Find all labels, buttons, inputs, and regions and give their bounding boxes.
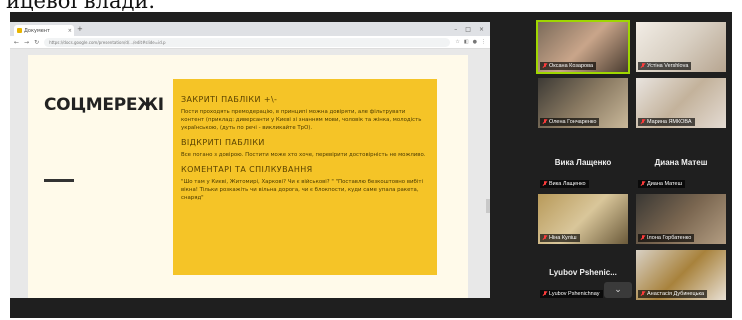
participant-tile[interactable]: Олена Гончаренко <box>538 78 628 128</box>
extensions: ☆ ◧ ● ⋮ <box>455 39 486 45</box>
scrollbar[interactable] <box>486 199 490 213</box>
participant-name-tag: Марина ЯМКОВА <box>638 118 695 126</box>
participant-tile[interactable]: Вика Лащенко Вика Лащенко <box>538 140 628 190</box>
participant-name-tag: Lyubov Pshenichnay <box>540 290 603 298</box>
muted-mic-icon <box>641 63 645 69</box>
section-heading: ВІДКРИТІ ПАБЛІКИ <box>181 138 265 147</box>
muted-mic-icon <box>543 63 547 69</box>
participant-name-tag: Вика Лащенко <box>540 180 589 188</box>
minimize-icon[interactable]: – <box>454 26 457 33</box>
participant-name-tag: Анастасія Дубинецька <box>638 290 708 298</box>
participant-name-tag: Ілона Горбатенко <box>638 234 695 242</box>
muted-mic-icon <box>641 235 645 241</box>
muted-mic-icon <box>543 119 547 125</box>
participant-tile[interactable]: Анастасія Дубинецька <box>636 250 726 300</box>
zoom-window: Документ × + – □ × ← → ↻ https://docs.go… <box>10 12 732 318</box>
address-bar: ← → ↻ https://docs.google.com/presentati… <box>10 36 490 49</box>
participant-name: Диана Матеш <box>647 181 682 187</box>
forward-icon[interactable]: → <box>24 39 29 46</box>
muted-mic-icon <box>543 181 547 187</box>
participant-name-tag: Устіна Vershlova <box>638 62 692 70</box>
menu-icon[interactable]: ⋮ <box>481 39 486 45</box>
muted-mic-icon <box>543 235 547 241</box>
participant-tile[interactable]: Ніна Куліш <box>538 194 628 244</box>
participant-gallery: Оксана Козарова Устіна Vershlova Олена Г… <box>536 20 726 310</box>
participant-name: Ніна Куліш <box>549 235 577 241</box>
section-body: Пости проходять премодерацію, в принципі… <box>181 109 422 131</box>
muted-mic-icon <box>543 291 547 297</box>
bookmark-icon[interactable]: ☆ <box>455 39 459 45</box>
chevron-down-icon[interactable]: ⌄ <box>604 282 632 298</box>
muted-mic-icon <box>641 119 645 125</box>
participant-name-tag: Диана Матеш <box>638 180 685 188</box>
section-body: Все погано з довірою. Постити може хто х… <box>181 152 426 158</box>
participant-display-name: Диана Матеш <box>654 158 708 167</box>
participant-tile[interactable]: Диана Матеш Диана Матеш <box>636 140 726 190</box>
close-icon[interactable]: × <box>479 26 484 33</box>
back-icon[interactable]: ← <box>14 39 19 46</box>
slide-dash <box>44 179 74 182</box>
participant-tile[interactable]: Марина ЯМКОВА <box>636 78 726 128</box>
extension-icon[interactable]: ◧ <box>464 39 469 45</box>
content-box: ЗАКРИТІ ПАБЛІКИ +\- Пости проходять прем… <box>173 79 437 275</box>
participant-name-tag: Ніна Куліш <box>540 234 580 242</box>
participant-display-name: Lyubov Pshenic... <box>549 268 617 277</box>
shared-screen: Документ × + – □ × ← → ↻ https://docs.go… <box>10 22 490 298</box>
window-controls: – □ × <box>454 26 490 33</box>
section-body: "Шо там у Києві, Житомирі, Харкові? Чи є… <box>181 179 423 201</box>
participant-display-name: Вика Лащенко <box>554 158 612 167</box>
profile-icon[interactable]: ● <box>473 39 477 45</box>
participant-name: Lyubov Pshenichnay <box>549 291 600 297</box>
slide-title: СОЦМЕРЕЖІ <box>44 95 164 115</box>
participant-name: Марина ЯМКОВА <box>647 119 692 125</box>
slide: СОЦМЕРЕЖІ ЗАКРИТІ ПАБЛІКИ +\- Пости прох… <box>28 55 468 298</box>
participant-name: Оксана Козарова <box>549 63 593 69</box>
maximize-icon[interactable]: □ <box>465 26 471 33</box>
participant-name: Устіна Vershlova <box>647 63 689 69</box>
participant-tile[interactable]: Оксана Козарова <box>536 20 630 74</box>
participant-tile[interactable]: Ілона Горбатенко <box>636 194 726 244</box>
section-heading: КОМЕНТАРІ ТА СПІЛКУВАННЯ <box>181 165 313 174</box>
presentation-area: СОЦМЕРЕЖІ ЗАКРИТІ ПАБЛІКИ +\- Пости прох… <box>10 49 490 298</box>
slides-icon <box>17 28 22 33</box>
new-tab-button[interactable]: + <box>77 25 83 33</box>
participant-name: Олена Гончаренко <box>549 119 597 125</box>
participant-name-tag: Олена Гончаренко <box>540 118 600 126</box>
tab-close-icon[interactable]: × <box>68 28 74 34</box>
participant-name-tag: Оксана Козарова <box>540 62 596 70</box>
url-field[interactable]: https://docs.google.com/presentation/d/.… <box>44 37 451 47</box>
browser-tab[interactable]: Документ × <box>14 25 74 36</box>
participant-tile[interactable]: Устіна Vershlova <box>636 22 726 72</box>
browser-tabbar: Документ × + – □ × <box>10 22 490 36</box>
section-heading: ЗАКРИТІ ПАБЛІКИ +\- <box>181 95 278 104</box>
muted-mic-icon <box>641 181 645 187</box>
caption-text: ицевої влади. <box>6 0 156 12</box>
reload-icon[interactable]: ↻ <box>34 39 39 46</box>
participant-name: Вика Лащенко <box>549 181 586 187</box>
muted-mic-icon <box>641 291 645 297</box>
participant-name: Анастасія Дубинецька <box>647 291 705 297</box>
participant-name: Ілона Горбатенко <box>647 235 692 241</box>
tab-label: Документ <box>24 27 50 34</box>
